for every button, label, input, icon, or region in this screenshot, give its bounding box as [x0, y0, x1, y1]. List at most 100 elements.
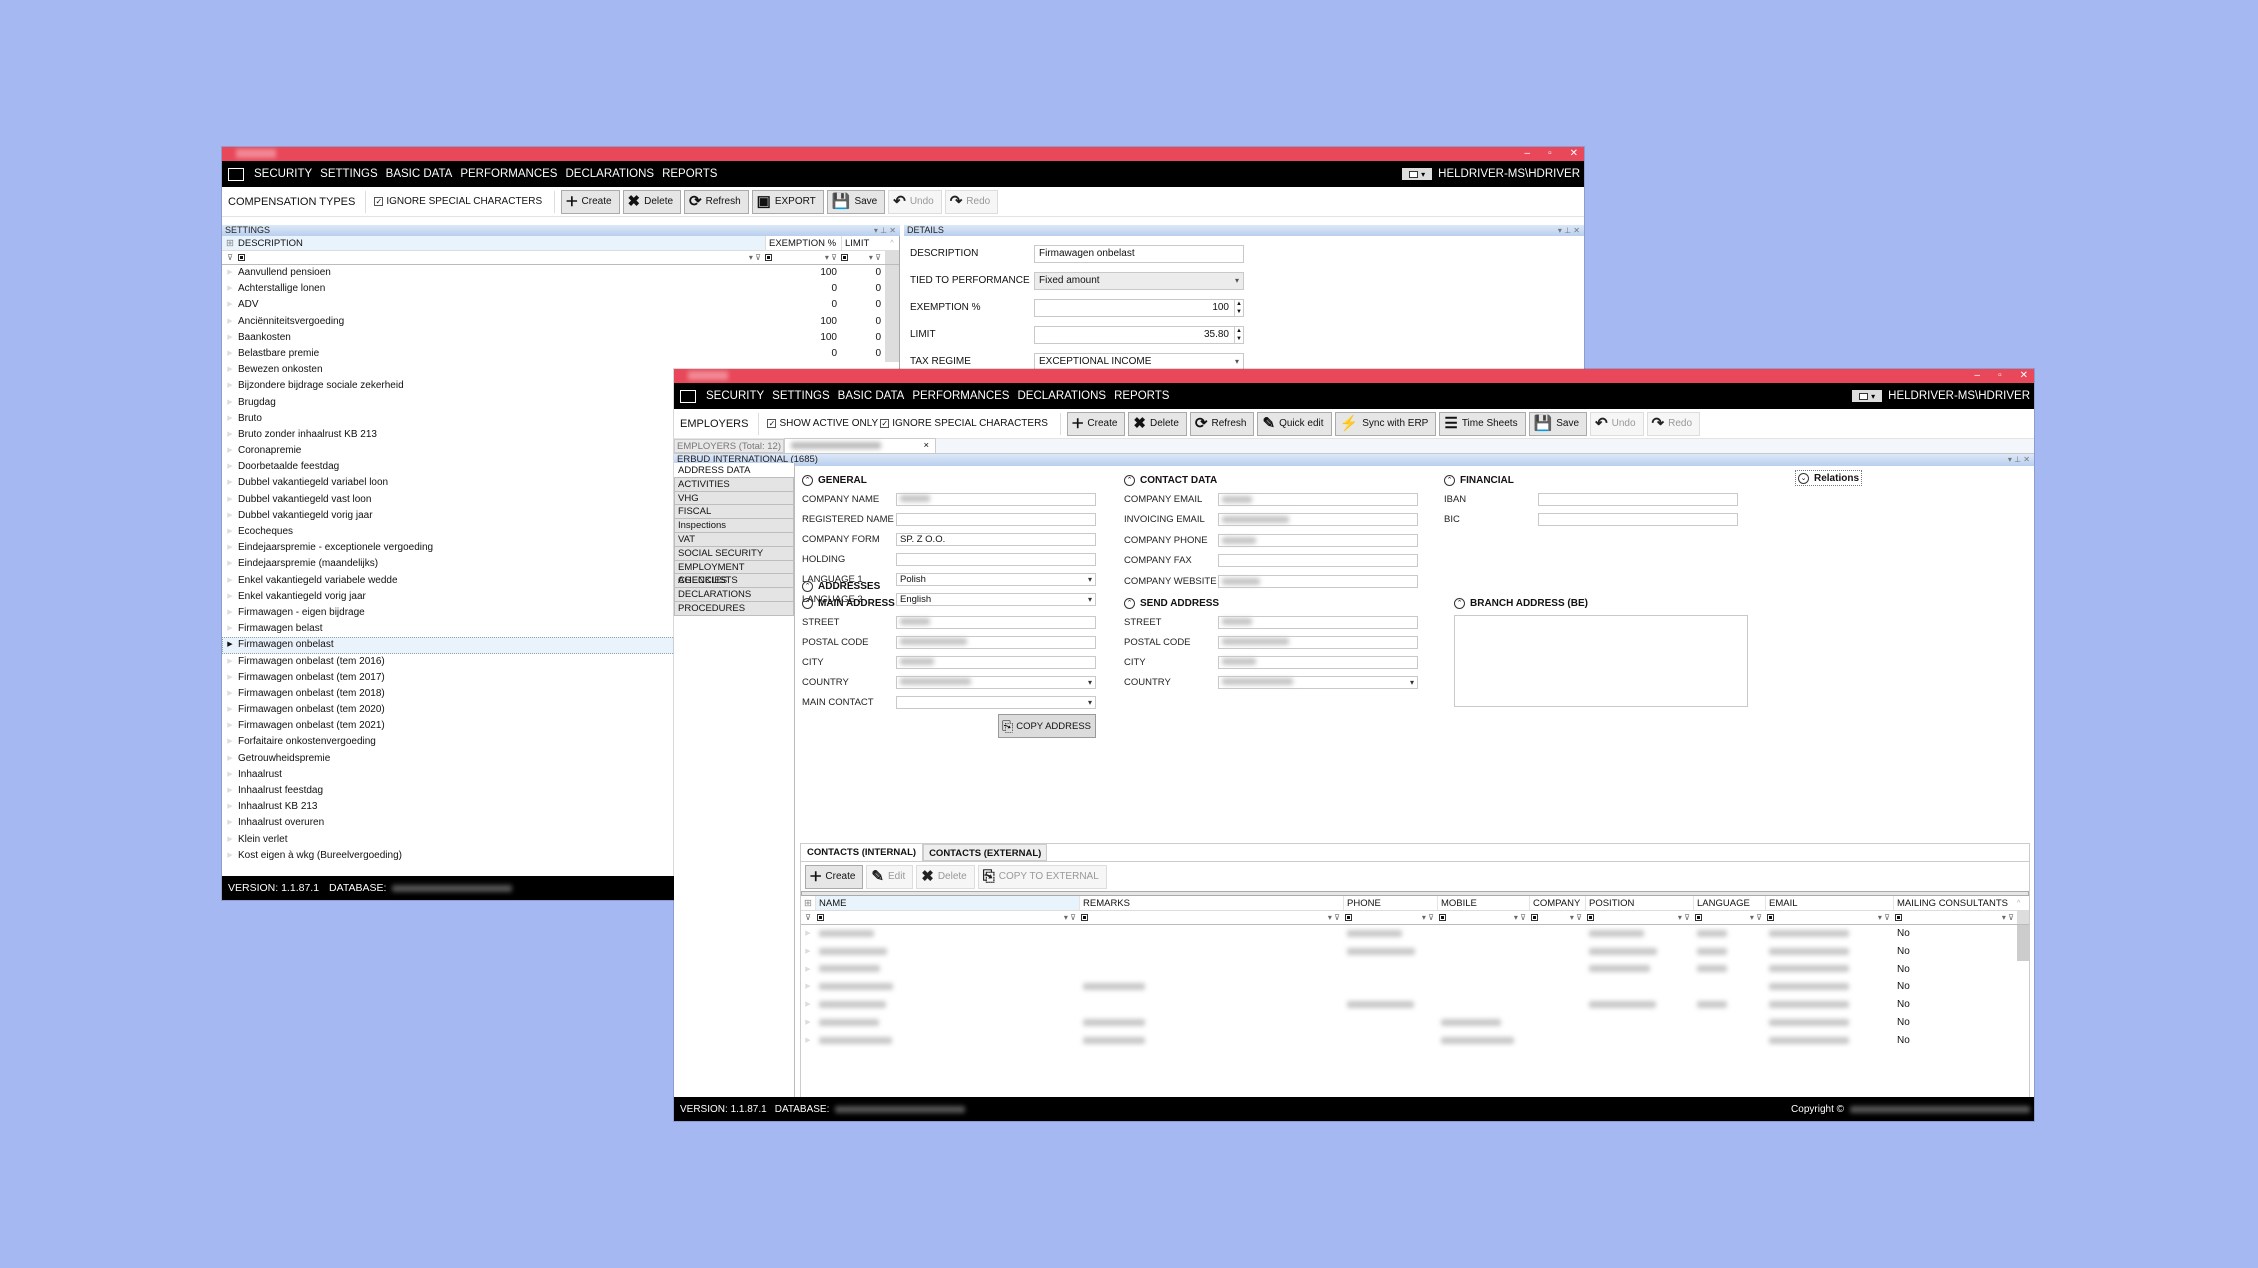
- close-tab-icon[interactable]: ×: [923, 439, 929, 452]
- menu-security[interactable]: SECURITY: [254, 168, 312, 180]
- filter-email[interactable]: ▾ ⊽: [1765, 911, 1893, 924]
- holding-input[interactable]: [896, 552, 1096, 566]
- menu-basic-data[interactable]: BASIC DATA: [838, 390, 905, 402]
- minimize-button[interactable]: –: [1525, 147, 1531, 161]
- filter-description[interactable]: ▾ ⊽: [238, 251, 765, 264]
- nav-tab-address-data[interactable]: ADDRESS DATA: [674, 463, 794, 478]
- column-mailing-consultants[interactable]: MAILING CONSULTANTS: [1893, 896, 2017, 910]
- sync-with-erp-button[interactable]: ⚡ Sync with ERP: [1334, 411, 1437, 436]
- company-website-input[interactable]: [1218, 574, 1418, 588]
- create-button[interactable]: 🞣 Create: [561, 189, 620, 214]
- redo-button[interactable]: ↷ Redo: [944, 189, 999, 214]
- maximize-button[interactable]: ▫: [1998, 369, 2002, 383]
- column-description[interactable]: DESCRIPTION: [238, 236, 765, 250]
- export-button[interactable]: ▣ EXPORT: [751, 189, 824, 214]
- maximize-button[interactable]: ▫: [1548, 147, 1552, 161]
- bic-input[interactable]: [1538, 512, 1738, 526]
- relations-section-header[interactable]: ⌄ Relations: [1794, 470, 1863, 486]
- column-position[interactable]: POSITION: [1585, 896, 1693, 910]
- contact-section-header[interactable]: ⌃ CONTACT DATA: [1124, 471, 1444, 489]
- panel-controls[interactable]: ▾ ⊥ ✕: [874, 225, 896, 236]
- close-button[interactable]: ✕: [1570, 147, 1578, 161]
- tax-regime-select[interactable]: EXCEPTIONAL INCOME ▾: [1034, 352, 1244, 371]
- tab-employer-detail[interactable]: ×: [784, 438, 937, 453]
- ignore-special-characters-checkbox[interactable]: ✓ IGNORE SPECIAL CHARACTERS: [374, 196, 542, 207]
- general-section-header[interactable]: ⌃ GENERAL: [802, 471, 1102, 489]
- menu-reports[interactable]: REPORTS: [662, 168, 717, 180]
- ignore-special-characters-checkbox[interactable]: ✓ IGNORE SPECIAL CHARACTERS: [880, 418, 1048, 429]
- nav-tab-vhg[interactable]: VHG: [674, 490, 794, 506]
- company-phone-input[interactable]: [1218, 533, 1418, 547]
- description-input[interactable]: Firmawagen onbelast: [1034, 244, 1244, 263]
- nav-tab-declarations[interactable]: DECLARATIONS: [674, 587, 794, 602]
- city-input[interactable]: [896, 655, 1096, 669]
- country-select[interactable]: [896, 675, 1096, 689]
- undo-button[interactable]: ↶ Undo: [1590, 411, 1644, 436]
- filter-position[interactable]: ▾ ⊽: [1585, 911, 1693, 924]
- scroll-up-icon[interactable]: ^: [2017, 896, 2029, 910]
- scrollbar[interactable]: [2017, 911, 2029, 924]
- delete-button[interactable]: ✖ Delete: [622, 189, 682, 214]
- create-button[interactable]: 🞣 Create: [805, 864, 864, 889]
- menu-declarations[interactable]: DECLARATIONS: [565, 168, 654, 180]
- scroll-up-icon[interactable]: ^: [885, 236, 899, 250]
- send-address-section-header[interactable]: ⌃ SEND ADDRESS: [1124, 594, 1434, 612]
- column-phone[interactable]: PHONE: [1343, 896, 1437, 910]
- invoicing-email-input[interactable]: [1218, 513, 1418, 527]
- nav-tab-inspections[interactable]: Inspections: [674, 518, 794, 533]
- nav-tab-vat[interactable]: VAT: [674, 531, 794, 547]
- table-row[interactable]: ▶ Baankosten 100 0: [222, 329, 899, 346]
- menu-settings[interactable]: SETTINGS: [772, 390, 830, 402]
- app-window-icon[interactable]: [228, 167, 244, 181]
- nav-tab-employment-agencies[interactable]: EMPLOYMENT AGENCIES: [674, 559, 794, 586]
- postal-code-input[interactable]: [896, 635, 1096, 649]
- menu-performances[interactable]: PERFORMANCES: [460, 168, 557, 180]
- tab-contacts-internal[interactable]: CONTACTS (INTERNAL): [800, 843, 924, 861]
- table-row[interactable]: ▶ ADV 0 0: [222, 297, 899, 314]
- exemption-input[interactable]: 100 ▲ ▼: [1034, 298, 1244, 317]
- refresh-button[interactable]: ⟳ Refresh: [1189, 411, 1255, 436]
- column-exemption[interactable]: EXEMPTION %: [765, 236, 841, 250]
- spinner-arrows-icon[interactable]: ▲ ▼: [1234, 326, 1242, 343]
- table-row[interactable]: ▶ No: [801, 978, 2029, 996]
- minimize-button[interactable]: –: [1975, 369, 1981, 383]
- table-row[interactable]: ▶ No: [801, 996, 2029, 1014]
- financial-section-header[interactable]: ⌃ FINANCIAL: [1444, 471, 1764, 489]
- menu-settings[interactable]: SETTINGS: [320, 168, 378, 180]
- filter-mailing-consultants[interactable]: ▾ ⊽: [1893, 911, 2017, 924]
- city-input[interactable]: [1218, 655, 1418, 669]
- filter-limit[interactable]: ▾ ⊽: [841, 251, 885, 264]
- menu-reports[interactable]: REPORTS: [1114, 390, 1169, 402]
- delete-button[interactable]: ✖ Delete: [1128, 411, 1187, 436]
- nav-tab-checklists[interactable]: CHECKLISTS: [674, 573, 794, 589]
- column-language[interactable]: LANGUAGE: [1693, 896, 1765, 910]
- quick-edit-button[interactable]: ✎ Quick edit: [1257, 411, 1332, 436]
- save-button[interactable]: 💾 Save: [826, 189, 886, 214]
- filter-remarks[interactable]: ▾ ⊽: [1079, 911, 1343, 924]
- mail-dropdown-button[interactable]: ▾: [1402, 168, 1433, 180]
- app-window-icon[interactable]: [680, 389, 696, 403]
- column-chooser-icon[interactable]: ⊞: [801, 896, 815, 910]
- country-select[interactable]: [1218, 675, 1418, 689]
- refresh-button[interactable]: ⟳ Refresh: [684, 189, 749, 214]
- scrollbar[interactable]: [885, 251, 899, 264]
- company-fax-input[interactable]: [1218, 554, 1418, 568]
- nav-tab-procedures[interactable]: PROCEDURES: [674, 600, 794, 616]
- nav-tab-fiscal[interactable]: FISCAL: [674, 504, 794, 520]
- table-row[interactable]: ▶ No: [801, 925, 2029, 943]
- menu-security[interactable]: SECURITY: [706, 390, 764, 402]
- filter-name[interactable]: ▾ ⊽: [815, 911, 1079, 924]
- company-name-input[interactable]: [896, 492, 1096, 506]
- main-contact-select[interactable]: [896, 695, 1096, 709]
- table-row[interactable]: ▶ Aanvullend pensioen 100 0: [222, 265, 899, 282]
- table-row[interactable]: ▶ Achterstallige lonen 0 0: [222, 281, 899, 298]
- tab-employers-list[interactable]: EMPLOYERS (Total: 12): [674, 439, 785, 453]
- column-name[interactable]: NAME: [815, 896, 1079, 910]
- copy-to-external-button[interactable]: ⎘ COPY TO EXTERNAL: [977, 864, 1107, 889]
- mail-dropdown-button[interactable]: ▾: [1852, 390, 1883, 402]
- panel-controls[interactable]: ▾ ⊥ ✕: [1558, 225, 1580, 236]
- table-row[interactable]: ▶ No: [801, 961, 2029, 979]
- filter-company[interactable]: ▾ ⊽: [1529, 911, 1585, 924]
- copy-address-button[interactable]: ⎘ COPY ADDRESS: [998, 714, 1096, 738]
- delete-button[interactable]: ✖ Delete: [916, 864, 975, 889]
